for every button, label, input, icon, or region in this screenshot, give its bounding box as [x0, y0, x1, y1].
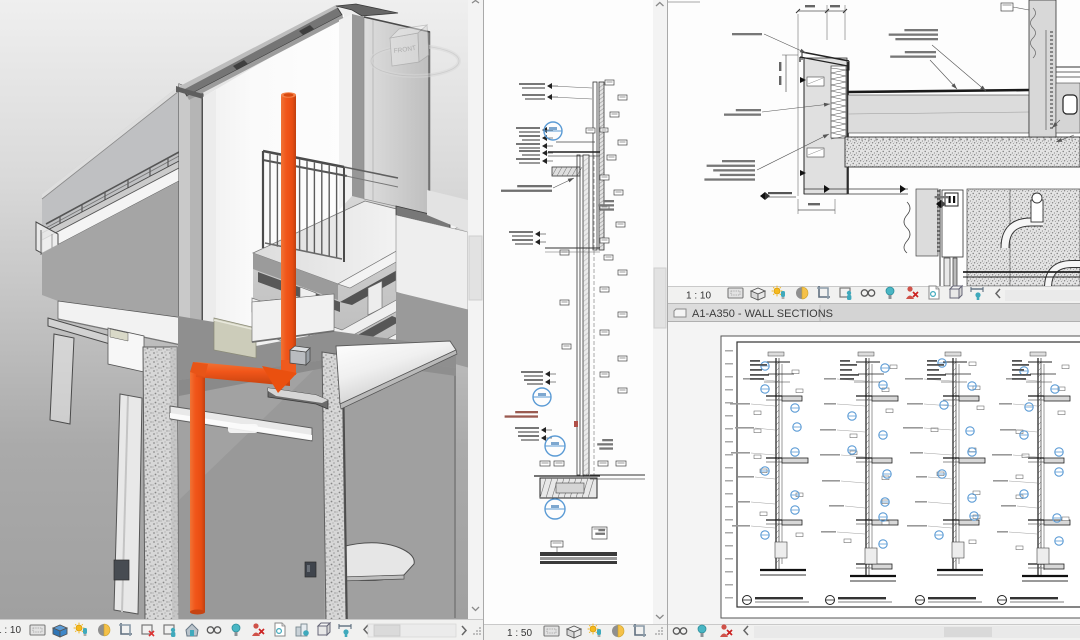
svg-text:1 : 50: 1 : 50 — [507, 628, 532, 639]
svg-text:A1-A350 - WALL SECTIONS: A1-A350 - WALL SECTIONS — [692, 308, 833, 320]
svg-text:1 : 10: 1 : 10 — [686, 291, 711, 302]
svg-text:1 : 10: 1 : 10 — [0, 625, 21, 636]
